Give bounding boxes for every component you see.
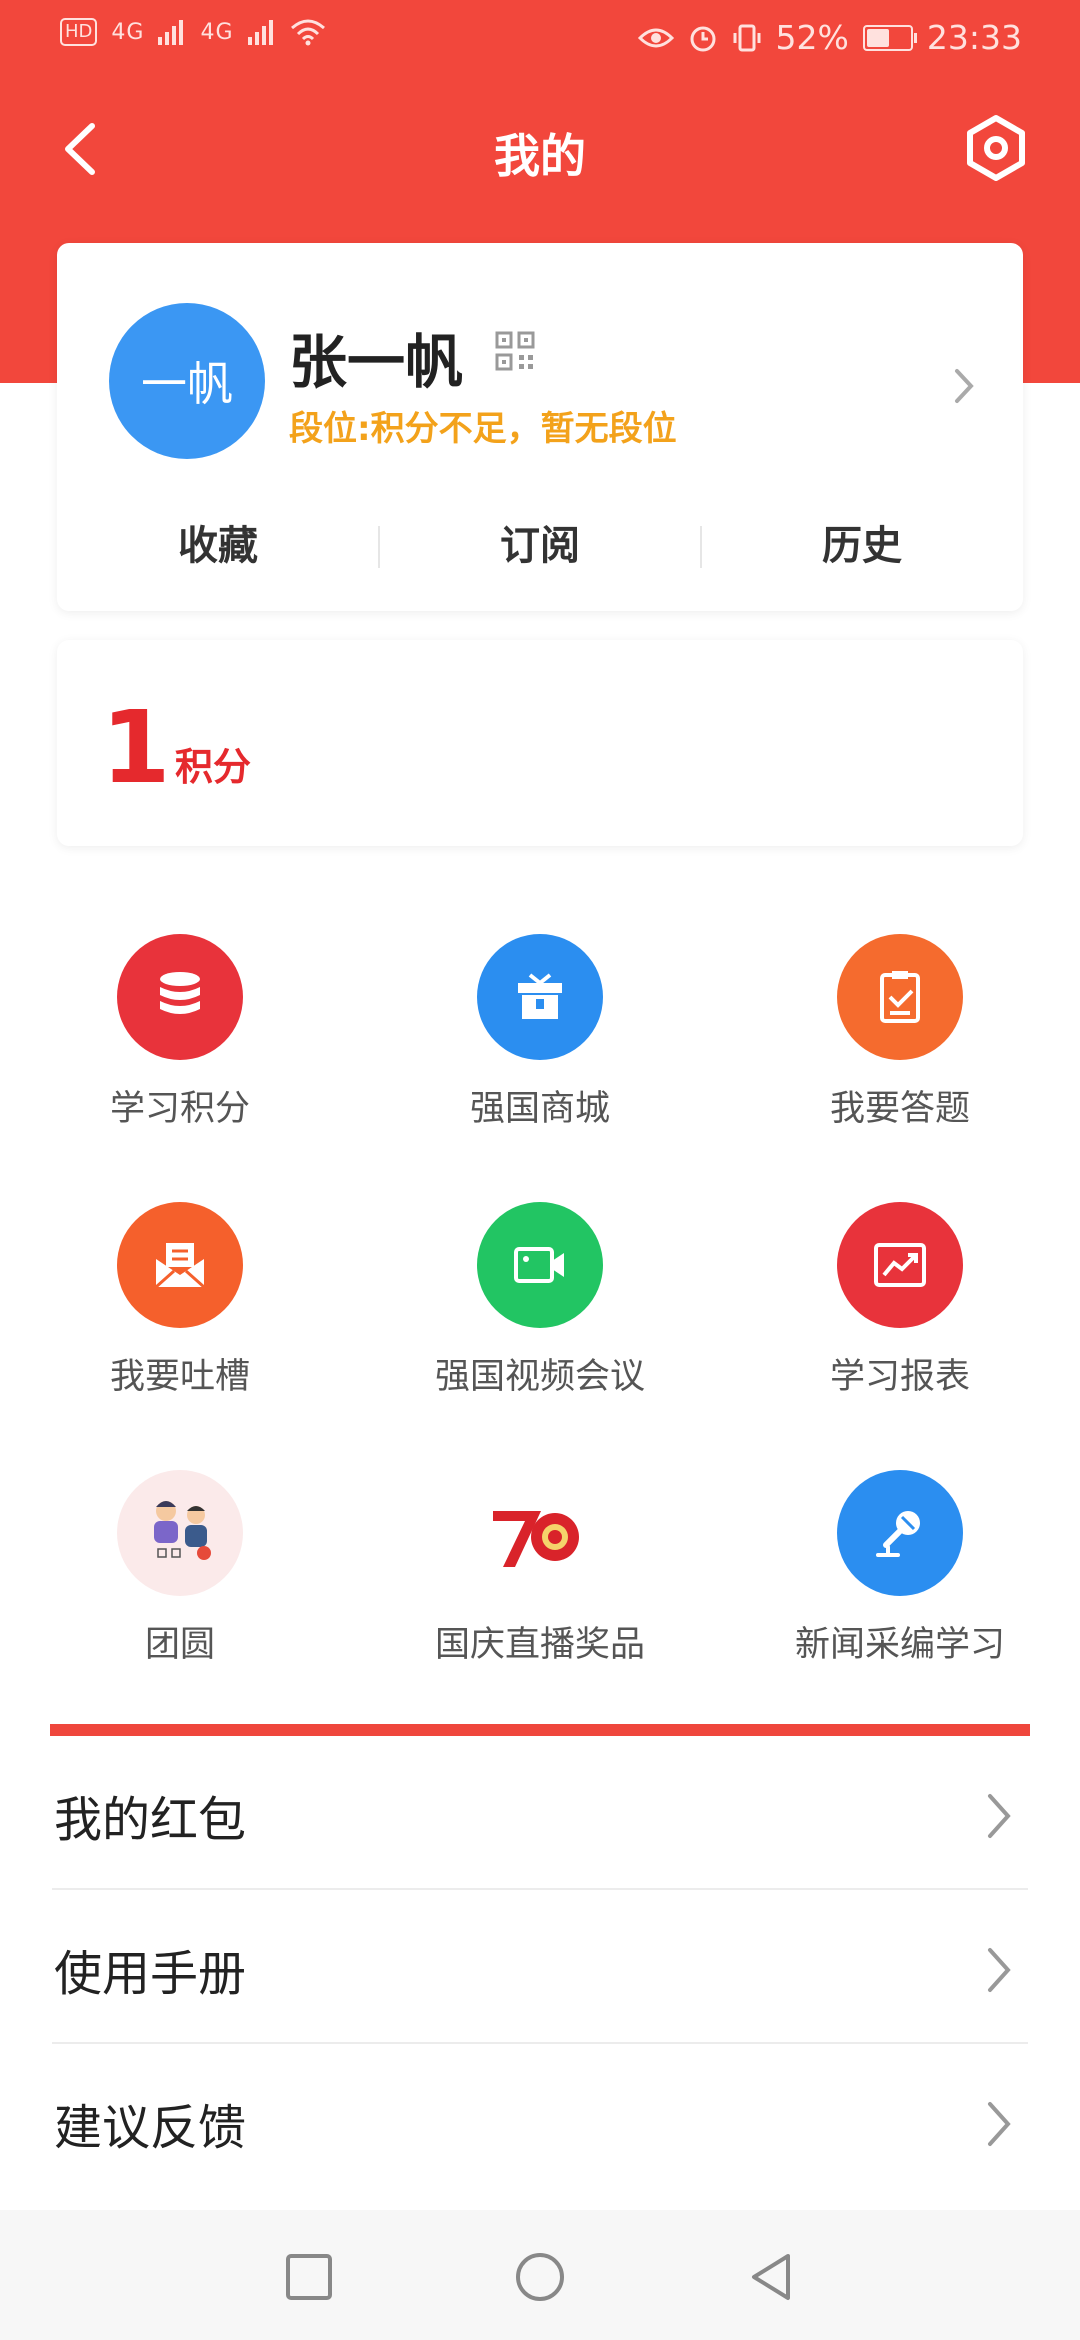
microphone-icon bbox=[837, 1470, 963, 1596]
battery-percent: 52% bbox=[775, 18, 849, 57]
profile-shortcuts: 收藏 订阅 历史 bbox=[57, 511, 1023, 581]
video-camera-icon bbox=[477, 1202, 603, 1328]
grid-item-national-day-prizes[interactable]: 国庆直播奖品 bbox=[360, 1456, 720, 1676]
list-item-suggestions[interactable]: 建议反馈 bbox=[52, 2044, 1028, 2196]
top-nav: 我的 bbox=[0, 100, 1080, 200]
vibrate-icon bbox=[733, 24, 761, 51]
network-4g-2: 4G bbox=[200, 19, 234, 45]
chevron-right-icon bbox=[988, 1948, 1011, 1992]
grid-item-feedback-rant[interactable]: 我要吐槽 bbox=[0, 1188, 360, 1408]
gift-icon bbox=[477, 934, 603, 1060]
battery-icon bbox=[862, 24, 917, 51]
list-item-label: 我的红包 bbox=[54, 1792, 247, 1848]
section-divider bbox=[50, 1724, 1030, 1736]
grid-label: 我要吐槽 bbox=[109, 1357, 250, 1397]
chevron-right-icon[interactable] bbox=[949, 363, 979, 409]
home-icon[interactable] bbox=[513, 2250, 567, 2304]
list-item-label: 建议反馈 bbox=[54, 2100, 247, 2156]
divider bbox=[378, 526, 380, 568]
grid-label: 新闻采编学习 bbox=[794, 1625, 1005, 1665]
clock: 23:33 bbox=[926, 18, 1022, 57]
seventy-anniversary-logo-icon bbox=[477, 1470, 603, 1596]
signal-icon bbox=[247, 20, 273, 45]
status-bar: HD 4G 4G 52% 23:33 bbox=[0, 0, 1080, 72]
profile-card[interactable]: 一帆 张一帆 段位:积分不足，暂无段位 收藏 订阅 历史 bbox=[57, 243, 1023, 611]
points-card[interactable]: 1 积分 bbox=[57, 640, 1023, 846]
system-nav-bar bbox=[0, 2210, 1080, 2340]
list-item-user-manual[interactable]: 使用手册 bbox=[52, 1890, 1028, 2044]
points-value: 1 bbox=[101, 689, 171, 806]
divider bbox=[700, 526, 702, 568]
qr-code-icon[interactable] bbox=[495, 331, 535, 371]
chart-report-icon bbox=[837, 1202, 963, 1328]
avatar[interactable]: 一帆 bbox=[109, 303, 265, 459]
recent-apps-icon[interactable] bbox=[282, 2250, 336, 2304]
subscriptions-button[interactable]: 订阅 bbox=[379, 511, 701, 581]
rank-text: 段位:积分不足，暂无段位 bbox=[289, 409, 677, 449]
grid-label: 强国视频会议 bbox=[434, 1357, 645, 1397]
grid-item-news-editing-study[interactable]: 新闻采编学习 bbox=[720, 1456, 1080, 1676]
grid-label: 学习积分 bbox=[109, 1089, 250, 1129]
reunion-illustration-icon bbox=[117, 1470, 243, 1596]
favorites-button[interactable]: 收藏 bbox=[57, 511, 379, 581]
clipboard-check-icon bbox=[837, 934, 963, 1060]
wifi-icon bbox=[290, 19, 325, 46]
grid-item-video-meeting[interactable]: 强国视频会议 bbox=[360, 1188, 720, 1408]
settings-icon[interactable] bbox=[960, 112, 1032, 184]
hd-badge: HD bbox=[60, 18, 98, 46]
chevron-right-icon bbox=[988, 2102, 1011, 2146]
grid-label: 学习报表 bbox=[829, 1357, 970, 1397]
settings-list: 我的红包 使用手册 建议反馈 bbox=[52, 1736, 1028, 2196]
user-name: 张一帆 bbox=[289, 328, 464, 396]
history-button[interactable]: 历史 bbox=[701, 511, 1023, 581]
grid-label: 国庆直播奖品 bbox=[434, 1625, 645, 1665]
back-icon[interactable] bbox=[744, 2250, 798, 2304]
list-item-label: 使用手册 bbox=[54, 1946, 247, 2002]
page-title: 我的 bbox=[494, 129, 586, 183]
grid-label: 团圆 bbox=[144, 1625, 215, 1665]
grid-item-mall[interactable]: 强国商城 bbox=[360, 920, 720, 1140]
signal-icon bbox=[158, 20, 184, 45]
chevron-right-icon bbox=[988, 1794, 1011, 1838]
eye-icon bbox=[637, 28, 674, 47]
grid-item-quiz[interactable]: 我要答题 bbox=[720, 920, 1080, 1140]
database-icon bbox=[117, 934, 243, 1060]
grid-item-reunion[interactable]: 团圆 bbox=[0, 1456, 360, 1676]
grid-item-study-points[interactable]: 学习积分 bbox=[0, 920, 360, 1140]
alarm-icon bbox=[690, 26, 716, 51]
grid-item-study-report[interactable]: 学习报表 bbox=[720, 1188, 1080, 1408]
grid-label: 强国商城 bbox=[469, 1089, 610, 1129]
grid-label: 我要答题 bbox=[829, 1089, 970, 1129]
list-item-red-packet[interactable]: 我的红包 bbox=[52, 1736, 1028, 1890]
points-label: 积分 bbox=[175, 744, 252, 789]
mail-open-icon bbox=[117, 1202, 243, 1328]
network-4g-1: 4G bbox=[111, 19, 145, 45]
